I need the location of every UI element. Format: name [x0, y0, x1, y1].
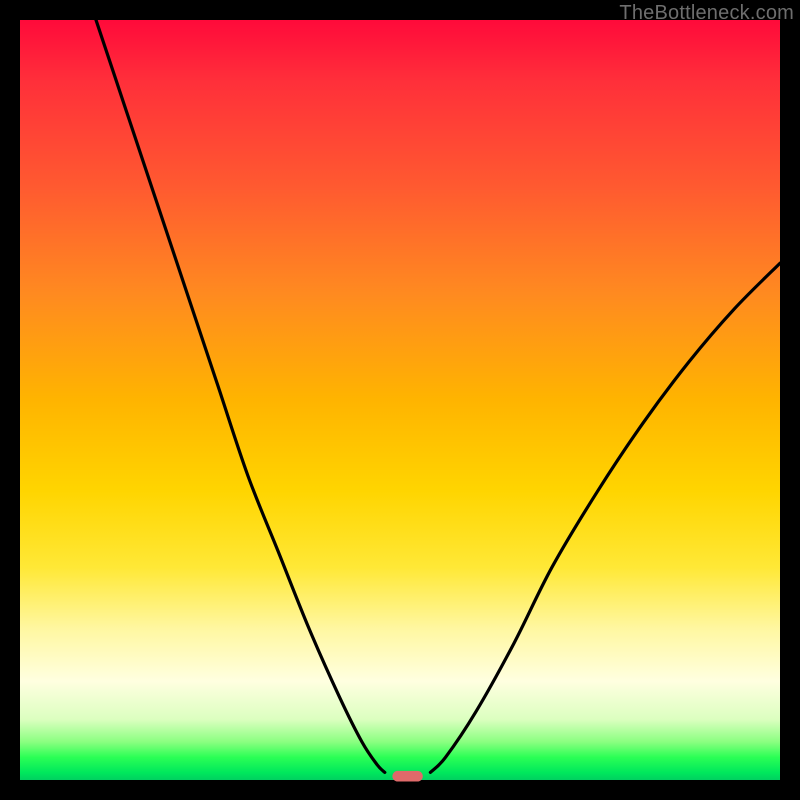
chart-container: TheBottleneck.com — [0, 0, 800, 800]
bottleneck-marker — [392, 771, 422, 782]
chart-overlay — [20, 20, 780, 780]
curve-left — [96, 20, 385, 772]
curve-right — [430, 263, 780, 772]
